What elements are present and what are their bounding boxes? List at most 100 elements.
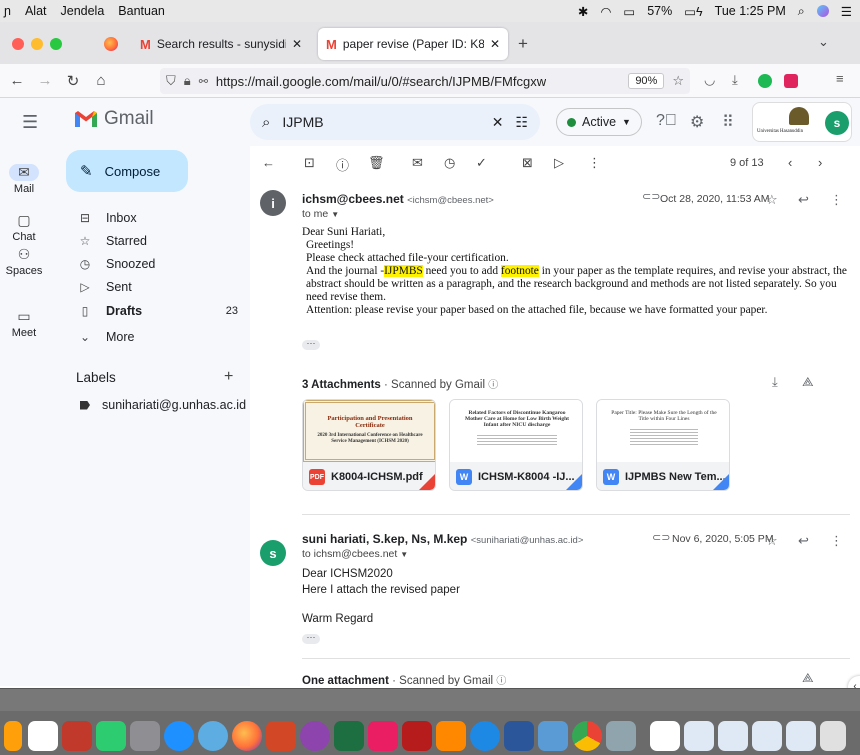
sidebar-item-sent[interactable]: ▷ Sent — [76, 277, 246, 297]
label-icon[interactable]: ▷ — [554, 155, 564, 171]
recipient-line[interactable]: to me ▼ — [302, 208, 339, 220]
apps-grid-icon[interactable]: ⠿ — [722, 112, 734, 132]
sidebar-item-inbox[interactable]: ⊟ Inbox — [76, 208, 246, 228]
dock-document-icon[interactable] — [786, 721, 816, 751]
info-icon[interactable]: ⓘ — [488, 380, 498, 391]
clear-search-icon[interactable]: ✕ — [492, 114, 504, 131]
pocket-icon[interactable]: ◡ — [704, 72, 715, 88]
recipient-line[interactable]: to ichsm@cbees.net ▼ — [302, 548, 408, 560]
math-app-icon[interactable] — [198, 721, 228, 751]
sidebar-item-more[interactable]: ⌄ More — [76, 327, 246, 347]
report-spam-icon[interactable]: ⓘ — [336, 155, 349, 174]
lock-icon[interactable]: 🔒︎ — [184, 73, 191, 89]
more-vert-icon[interactable]: ⋮ — [830, 192, 843, 208]
download-all-icon[interactable]: ⤓ — [772, 374, 778, 390]
mark-unread-icon[interactable]: ✉ — [412, 155, 423, 171]
sidebar-item-starred[interactable]: ☆ Starred — [76, 231, 246, 251]
reply-icon[interactable]: ↩ — [798, 192, 809, 208]
newer-chevron-icon[interactable]: ‹ — [788, 155, 792, 170]
menubar-item-app[interactable]: ɲ — [4, 4, 11, 18]
close-window-button[interactable] — [12, 38, 24, 50]
siri-icon[interactable] — [816, 5, 829, 17]
dock-app-icon[interactable] — [538, 721, 568, 751]
menubar-item-alat[interactable]: Alat — [25, 4, 47, 18]
dock-app-icon[interactable] — [62, 721, 92, 751]
url-bar[interactable]: ⛉ 🔒︎ ⚯ https://mail.google.com/mail/u/0/… — [160, 68, 690, 94]
sender-name[interactable]: ichsm@cbees.net — [302, 192, 404, 206]
dock-document-icon[interactable] — [684, 721, 714, 751]
home-button[interactable]: ⌂ — [90, 72, 112, 89]
status-dropdown[interactable]: Active ▼ — [556, 108, 642, 136]
rail-meet[interactable]: ▭ Meet — [0, 308, 48, 339]
close-tab-icon[interactable]: ✕ — [490, 37, 500, 51]
shield-icon[interactable]: ⛉ — [166, 73, 176, 89]
dock-app-icon[interactable] — [4, 721, 22, 751]
dock-app-icon[interactable] — [368, 721, 398, 751]
sender-name[interactable]: suni hariati, S.kep, Ns, M.kep — [302, 532, 467, 546]
tab-search-results[interactable]: M Search results - sunysidiq@gma ✕ — [132, 28, 310, 60]
archive-icon[interactable]: ⊡ — [304, 155, 315, 171]
more-vert-icon[interactable]: ⋮ — [830, 533, 843, 549]
zoom-level[interactable]: 90% — [628, 73, 665, 89]
gmail-logo[interactable]: Gmail — [74, 108, 154, 130]
dock-document-icon[interactable] — [718, 721, 748, 751]
permissions-icon[interactable]: ⚯ — [199, 75, 208, 88]
add-label-button[interactable]: + — [224, 368, 233, 386]
finder-icon[interactable] — [164, 721, 194, 751]
new-tab-button[interactable]: + — [518, 34, 528, 54]
preview-icon[interactable] — [606, 721, 636, 751]
zoom-window-button[interactable] — [50, 38, 62, 50]
snooze-icon[interactable]: ◷ — [444, 155, 455, 171]
back-button[interactable]: ← — [6, 72, 28, 89]
older-chevron-icon[interactable]: › — [818, 155, 822, 170]
extension-red-icon[interactable] — [784, 74, 798, 88]
search-input[interactable]: IJPMB — [282, 114, 479, 130]
spotlight-icon[interactable]: ⌕ — [798, 4, 805, 19]
calendar-icon[interactable] — [28, 721, 58, 751]
trash-icon[interactable] — [820, 721, 846, 751]
show-trimmed-button[interactable]: ··· — [302, 339, 320, 350]
clock[interactable]: Tue 1:25 PM — [715, 4, 786, 18]
menubar-item-jendela[interactable]: Jendela — [61, 4, 105, 18]
bookmark-star-icon[interactable]: ☆ — [672, 73, 684, 89]
airplay-icon[interactable]: ▭ — [623, 4, 635, 19]
sender-avatar[interactable]: s — [260, 540, 286, 566]
rail-mail[interactable]: ✉ Mail — [0, 164, 48, 195]
dock-document-icon[interactable] — [650, 721, 680, 751]
show-trimmed-button[interactable]: ··· — [302, 633, 320, 644]
compose-button[interactable]: ✎ Compose — [66, 150, 188, 192]
attachment-card[interactable]: Participation and Presentation Certifica… — [302, 399, 436, 491]
minimize-window-button[interactable] — [31, 38, 43, 50]
settings-gear-icon[interactable]: ⚙ — [690, 112, 704, 132]
attachment-card[interactable]: Paper Title: Please Make Sure the Length… — [596, 399, 730, 491]
sender-avatar[interactable]: i — [260, 190, 286, 216]
account-avatar[interactable]: s — [825, 111, 849, 135]
close-tab-icon[interactable]: ✕ — [292, 37, 302, 51]
powerpoint-icon[interactable] — [266, 721, 296, 751]
reload-button[interactable]: ↻ — [62, 72, 84, 90]
search-icon[interactable]: ⌕ — [262, 114, 270, 131]
facetime-icon[interactable] — [96, 721, 126, 751]
delete-icon[interactable]: 🗑︎ — [368, 155, 385, 171]
menu-icon[interactable]: ≡ — [836, 71, 844, 86]
control-center-icon[interactable]: ☰ — [841, 4, 852, 19]
app-store-icon[interactable] — [470, 721, 500, 751]
sidebar-item-snoozed[interactable]: ◷ Snoozed — [76, 254, 246, 274]
acrobat-icon[interactable] — [402, 721, 432, 751]
system-prefs-icon[interactable] — [130, 721, 160, 751]
battery-icon[interactable]: ▭ϟ — [684, 4, 702, 19]
star-icon[interactable]: ☆ — [766, 192, 778, 208]
help-icon[interactable]: ?⃝ — [656, 112, 677, 130]
search-bar[interactable]: ⌕ IJPMB ✕ ☷ — [250, 104, 540, 140]
rail-chat[interactable]: ▢ Chat — [0, 212, 48, 243]
star-icon[interactable]: ☆ — [766, 533, 778, 549]
add-task-icon[interactable]: ✓ — [476, 155, 487, 171]
forward-button[interactable]: → — [34, 72, 56, 89]
wifi-icon[interactable]: ◠ — [600, 4, 611, 19]
reply-icon[interactable]: ↩ — [798, 533, 809, 549]
chrome-icon[interactable] — [572, 721, 602, 751]
search-options-icon[interactable]: ☷ — [515, 114, 528, 131]
add-to-drive-icon[interactable]: ⟁ — [802, 374, 814, 390]
account-org-box[interactable]: Universitas Hasanuddin s — [752, 102, 852, 142]
sidebar-item-drafts[interactable]: ▯ Drafts 23 — [76, 301, 246, 321]
